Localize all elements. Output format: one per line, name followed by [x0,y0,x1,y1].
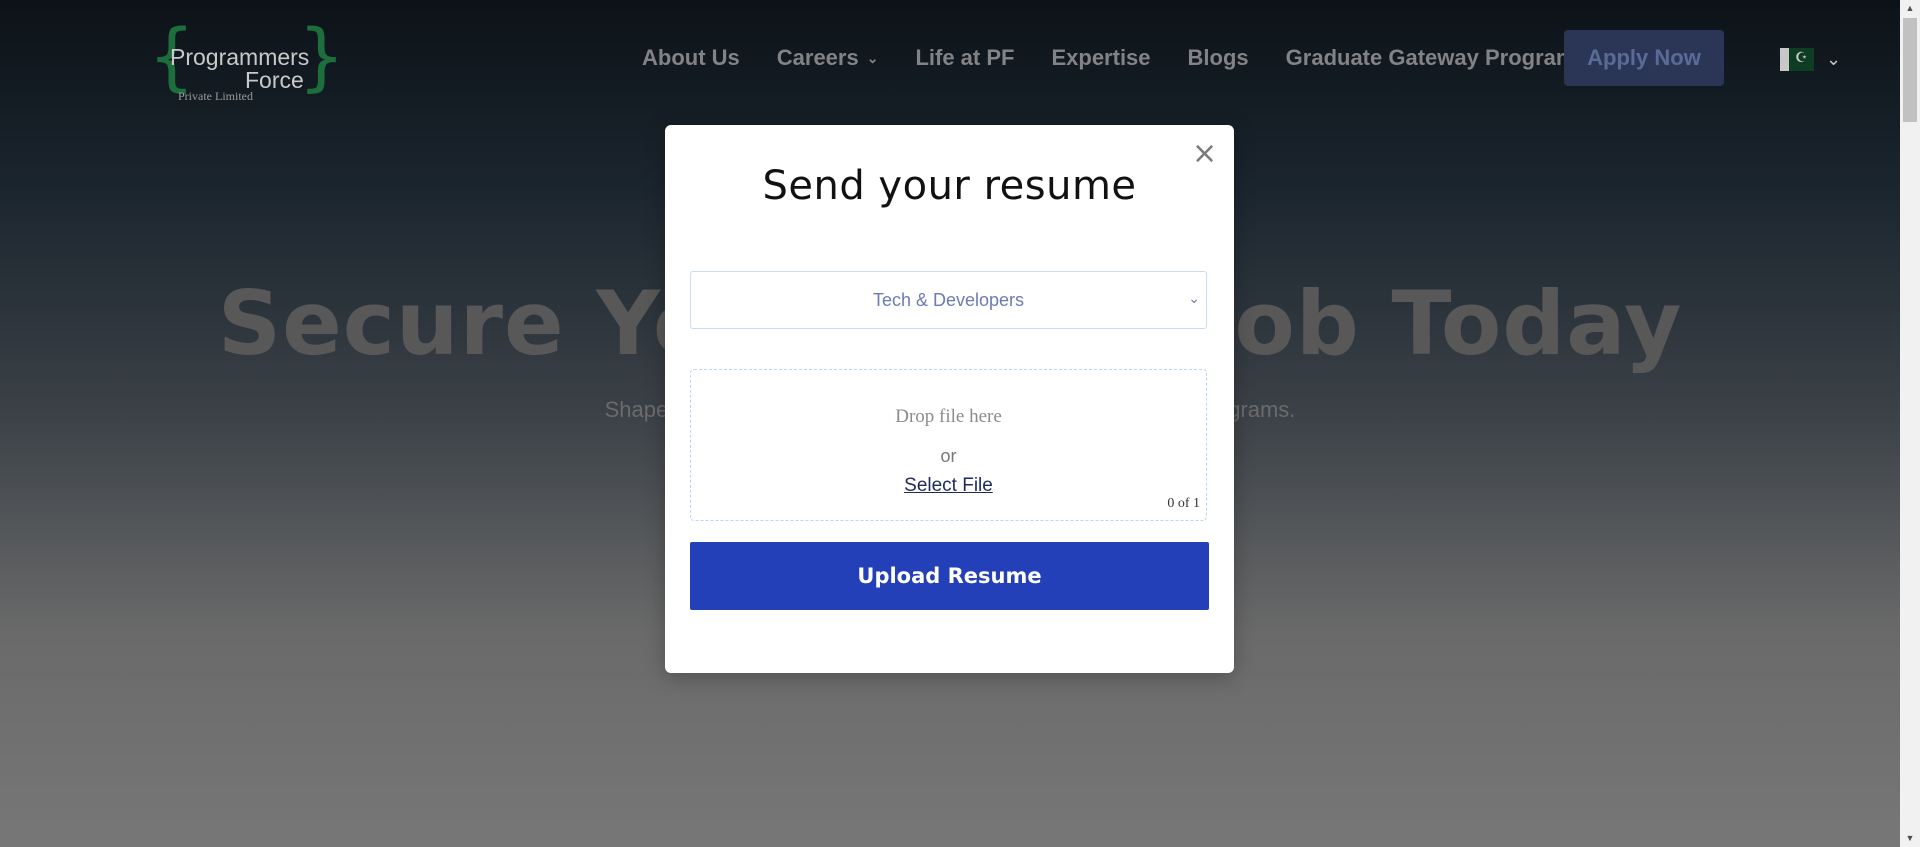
file-dropzone[interactable]: Drop file here or Select File 0 of 1 [690,369,1207,521]
category-select[interactable]: Tech & Developers ⌄ [690,271,1207,329]
vertical-scrollbar[interactable]: ▲ ▼ [1900,0,1920,847]
upload-resume-button[interactable]: Upload Resume [690,542,1209,610]
scrollbar-thumb[interactable] [1903,18,1917,122]
scroll-up-icon[interactable]: ▲ [1900,0,1920,17]
category-select-value: Tech & Developers [872,289,1025,310]
drop-file-text: Drop file here [895,406,1002,427]
modal-title: Send your resume [762,163,1137,209]
select-file-link[interactable]: Select File [904,475,993,496]
resume-modal: × Send your resume Tech & Developers ⌄ D… [665,125,1234,673]
chevron-down-icon: ⌄ [1188,290,1200,306]
or-text: or [940,446,957,466]
scroll-down-icon[interactable]: ▼ [1900,830,1920,847]
file-count: 0 of 1 [1167,496,1200,511]
